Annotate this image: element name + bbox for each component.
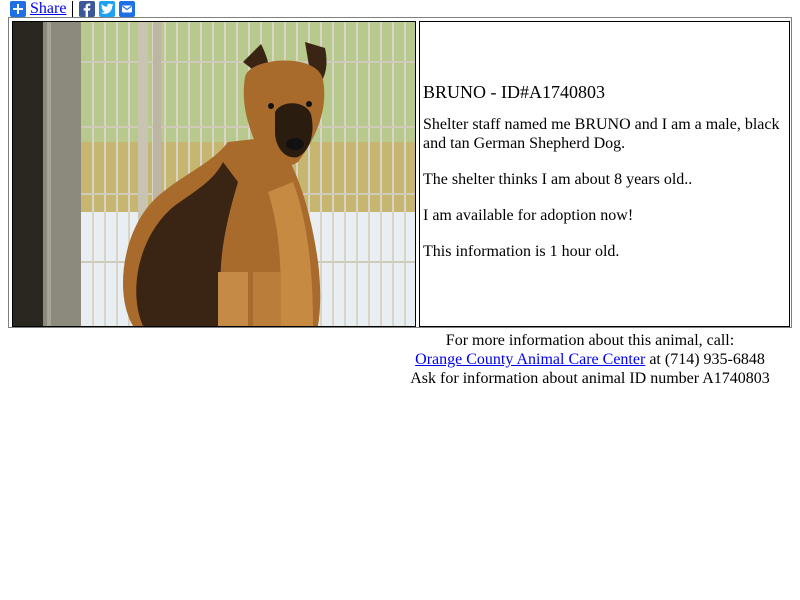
twitter-icon[interactable] (99, 1, 116, 17)
animal-details-cell: BRUNO - ID#A1740803 Shelter staff named … (419, 21, 790, 327)
contact-footer: For more information about this animal, … (8, 331, 792, 388)
share-link[interactable]: Share (30, 0, 66, 18)
animal-description: Shelter staff named me BRUNO and I am a … (423, 116, 780, 152)
share-bar: Share (10, 0, 136, 18)
animal-age: The shelter thinks I am about 8 years ol… (423, 171, 693, 188)
share-divider (72, 0, 74, 18)
animal-title: BRUNO - ID#A1740803 (423, 82, 605, 102)
facebook-icon[interactable] (79, 1, 96, 17)
email-icon[interactable] (119, 1, 136, 17)
share-plus-icon[interactable] (10, 1, 26, 17)
contact-line2: Orange County Animal Care Center at (714… (8, 350, 792, 369)
care-center-link[interactable]: Orange County Animal Care Center (415, 351, 645, 368)
animal-info-table: BRUNO - ID#A1740803 Shelter staff named … (8, 17, 792, 328)
animal-availability: I am available for adoption now! (423, 207, 634, 224)
phone-text: at (714) 935-6848 (645, 351, 765, 368)
animal-photo (12, 21, 416, 327)
info-age: This information is 1 hour old. (423, 243, 620, 260)
contact-line1: For more information about this animal, … (445, 332, 735, 349)
contact-line3: Ask for information about animal ID numb… (410, 370, 770, 387)
animal-details: BRUNO - ID#A1740803 Shelter staff named … (423, 81, 785, 278)
